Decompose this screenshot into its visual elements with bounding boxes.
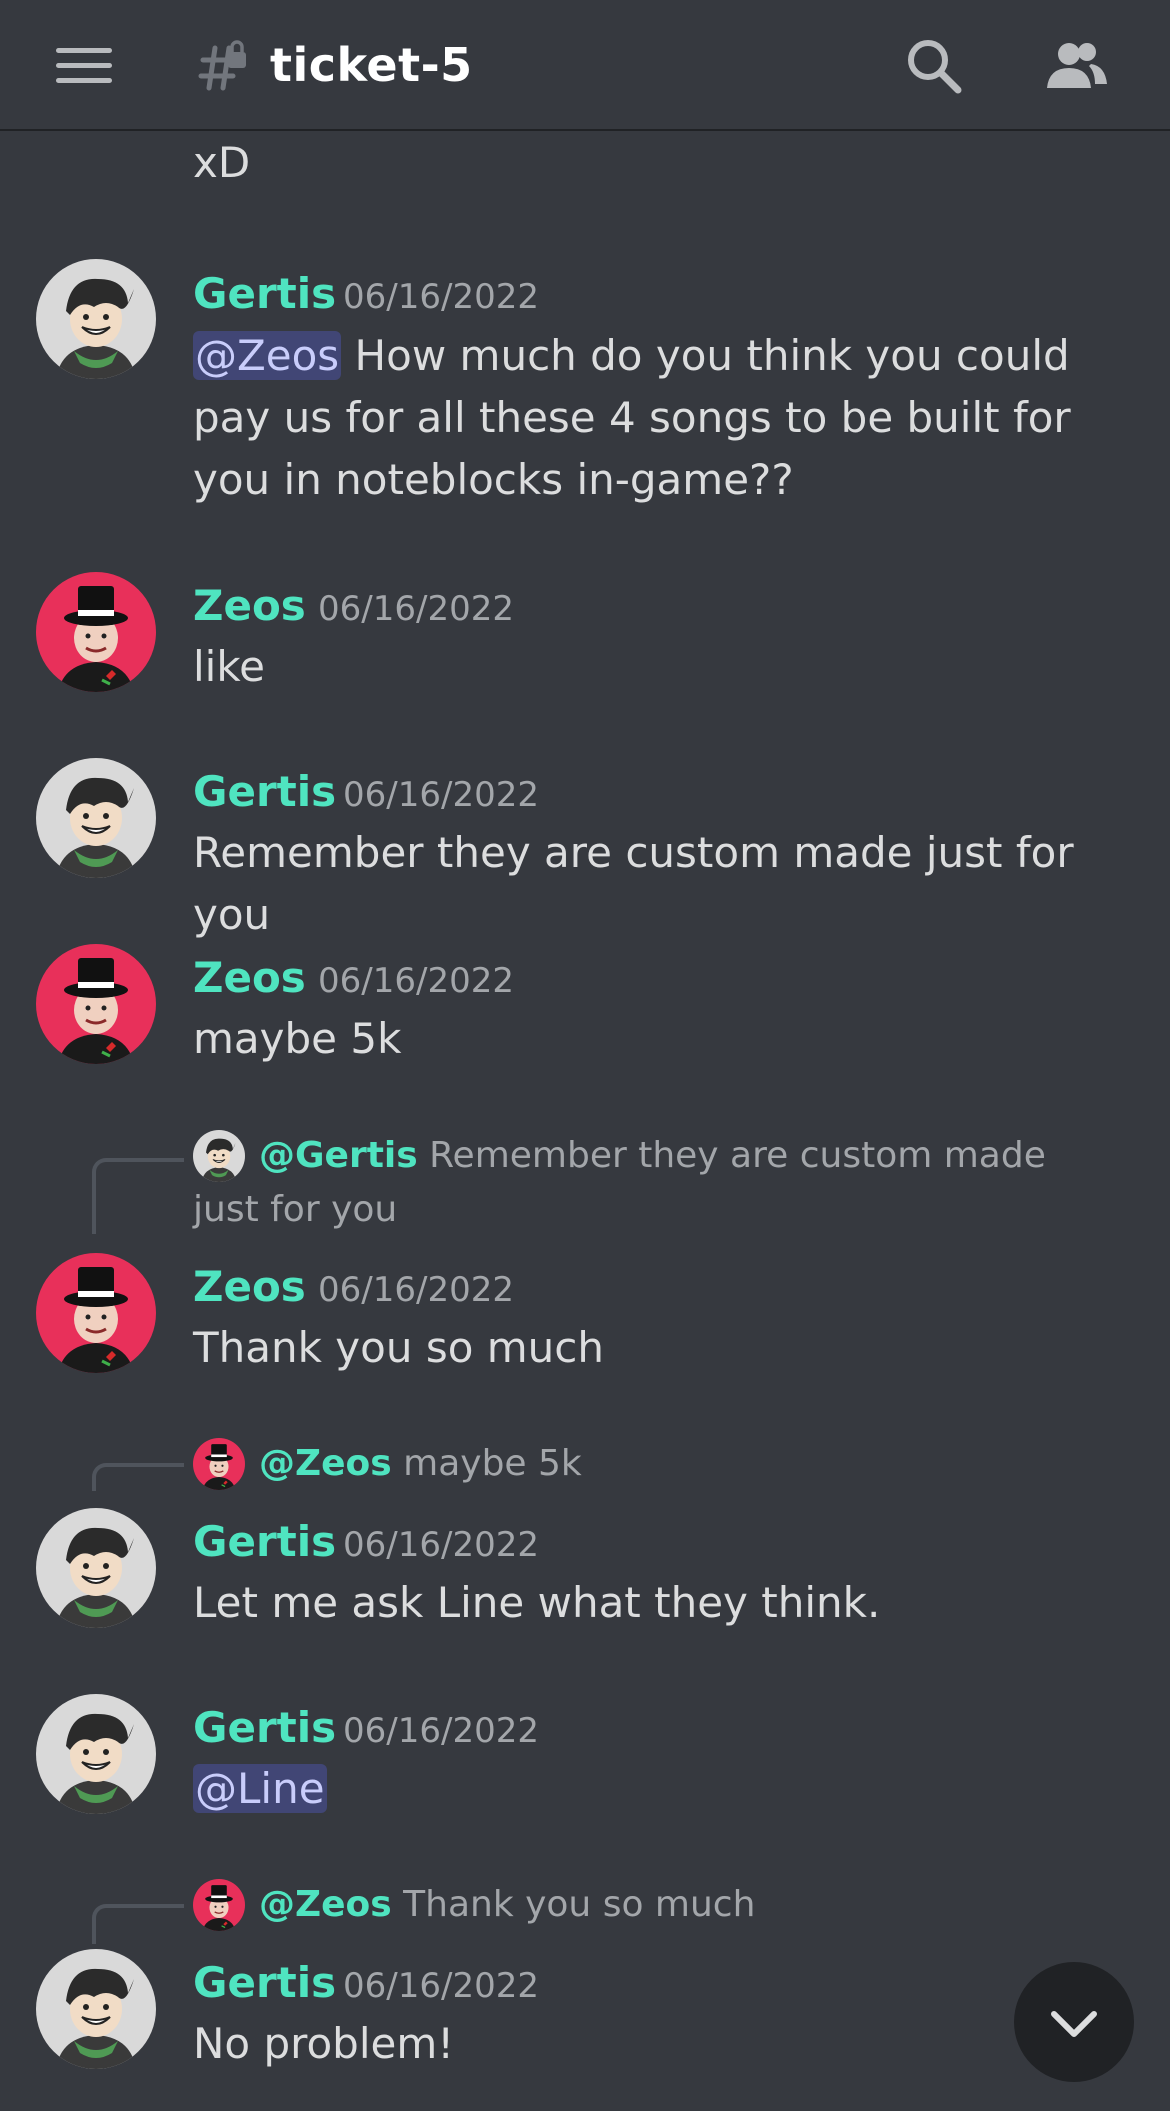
message-content: like [193,642,266,691]
channel-title: ticket-5 [270,38,473,92]
user-mention[interactable]: @Zeos [193,331,342,380]
jump-to-bottom-button[interactable] [1014,1962,1134,2082]
message-content: @Zeos How much do you think you could pa… [193,325,1123,511]
avatar[interactable] [36,758,156,878]
reply-connector [92,1904,184,1944]
search-icon[interactable] [902,34,966,98]
message-content: Thank you so much [193,1323,604,1372]
channel-header: ticket-5 [0,0,1170,131]
username[interactable]: Gertis [193,1517,336,1566]
avatar[interactable] [36,1949,156,2069]
reply-preview[interactable]: @Zeos maybe 5k [193,1437,1093,1491]
username[interactable]: Gertis [193,1703,336,1752]
reply-author: @Gertis [259,1135,418,1176]
username[interactable]: Zeos [193,581,306,630]
username[interactable]: Zeos [193,1262,306,1311]
message-list[interactable]: xD Gertis 06/16/2022 @Zeos How much do y… [0,131,1170,2111]
timestamp: 06/16/2022 [343,1966,539,2006]
reply-connector [92,1158,184,1234]
message-content: No problem! [193,2019,455,2068]
user-mention[interactable]: @Line [193,1764,327,1813]
hamburger-icon[interactable] [56,48,112,84]
timestamp: 06/16/2022 [318,1270,514,1310]
chevron-down-icon [1051,2011,1097,2037]
timestamp: 06/16/2022 [343,1525,539,1565]
reply-connector [92,1463,184,1491]
reply-author: @Zeos [259,1443,392,1484]
timestamp: 06/16/2022 [318,589,514,629]
reply-preview[interactable]: @Gertis Remember they are custom made ju… [193,1129,1093,1237]
reply-author: @Zeos [259,1884,392,1925]
avatar[interactable] [36,259,156,379]
reply-excerpt: Thank you so much [391,1884,756,1925]
message-content: Remember they are custom made just for y… [193,828,1074,939]
message-content: xD [193,138,251,187]
timestamp: 06/16/2022 [343,1711,539,1751]
message-content: Let me ask Line what they think. [193,1578,881,1627]
username[interactable]: Zeos [193,953,306,1002]
avatar[interactable] [36,944,156,1064]
avatar[interactable] [36,1694,156,1814]
timestamp: 06/16/2022 [318,961,514,1001]
timestamp: 06/16/2022 [343,277,539,317]
timestamp: 06/16/2022 [343,775,539,815]
avatar[interactable] [36,1253,156,1373]
avatar[interactable] [36,572,156,692]
avatar[interactable] [36,1508,156,1628]
message-content: @Line [193,1758,1123,1820]
username[interactable]: Gertis [193,767,336,816]
reply-excerpt: maybe 5k [391,1443,582,1484]
members-icon[interactable] [1045,34,1109,98]
message-content: maybe 5k [193,1014,402,1063]
reply-preview[interactable]: @Zeos Thank you so much [193,1878,1093,1932]
username[interactable]: Gertis [193,1958,336,2007]
username[interactable]: Gertis [193,269,336,318]
locked-hash-icon [198,40,246,91]
